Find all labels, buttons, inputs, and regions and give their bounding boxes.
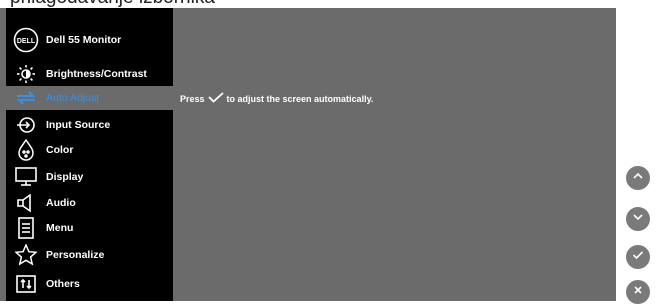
- menu-item-label: Menu: [46, 222, 74, 234]
- close-button[interactable]: [626, 280, 650, 304]
- message-prefix: Press: [180, 93, 205, 104]
- auto-adjust-icon: [6, 90, 46, 106]
- up-button[interactable]: [626, 166, 650, 190]
- chevron-up-icon: [632, 169, 644, 187]
- menu-item-label: Display: [46, 171, 84, 183]
- chevron-down-icon: [632, 210, 644, 228]
- color-icon: [6, 139, 46, 161]
- brightness-icon: [6, 64, 46, 84]
- input-source-icon: [6, 115, 46, 135]
- menu-icon: [6, 217, 46, 239]
- menu-item-label: Others: [46, 278, 80, 290]
- menu-item-color[interactable]: Color: [6, 138, 173, 162]
- menu-item-label: Auto Adjust: [46, 92, 100, 104]
- menu-title: Dell 55 Monitor: [46, 34, 122, 46]
- down-button[interactable]: [626, 207, 650, 231]
- auto-adjust-message: Press to adjust the screen automatically…: [180, 92, 373, 105]
- check-button[interactable]: [626, 245, 650, 269]
- check-icon: [632, 248, 644, 266]
- menu-item-label: Audio: [46, 197, 76, 209]
- others-icon: [6, 275, 46, 293]
- close-icon: [632, 283, 644, 301]
- checkmark-icon: [207, 92, 224, 105]
- personalize-icon: [6, 244, 46, 266]
- menu-item-label: Personalize: [46, 249, 105, 261]
- menu-header: DELL Dell 55 Monitor: [6, 22, 173, 58]
- message-suffix: to adjust the screen automatically.: [226, 93, 374, 104]
- menu-item-display[interactable]: Display: [6, 165, 173, 189]
- audio-icon: [6, 193, 46, 213]
- menu-item-brightness-contrast[interactable]: Brightness/Contrast: [6, 62, 173, 86]
- menu-item-auto-adjust[interactable]: Auto Adjust: [6, 86, 173, 110]
- menu-item-audio[interactable]: Audio: [6, 191, 173, 215]
- display-icon: [6, 167, 46, 187]
- dell-logo-icon: DELL: [6, 27, 46, 53]
- osd-sidebar: DELL Dell 55 Monitor Brightness/Contrast…: [6, 8, 173, 301]
- menu-item-others[interactable]: Others: [6, 272, 173, 296]
- menu-item-personalize[interactable]: Personalize: [6, 243, 173, 267]
- menu-item-label: Brightness/Contrast: [46, 68, 147, 80]
- menu-item-label: Input Source: [46, 119, 111, 131]
- svg-text:DELL: DELL: [17, 38, 36, 45]
- menu-item-menu[interactable]: Menu: [6, 216, 173, 240]
- menu-item-label: Color: [46, 144, 74, 156]
- menu-item-input-source[interactable]: Input Source: [6, 113, 173, 137]
